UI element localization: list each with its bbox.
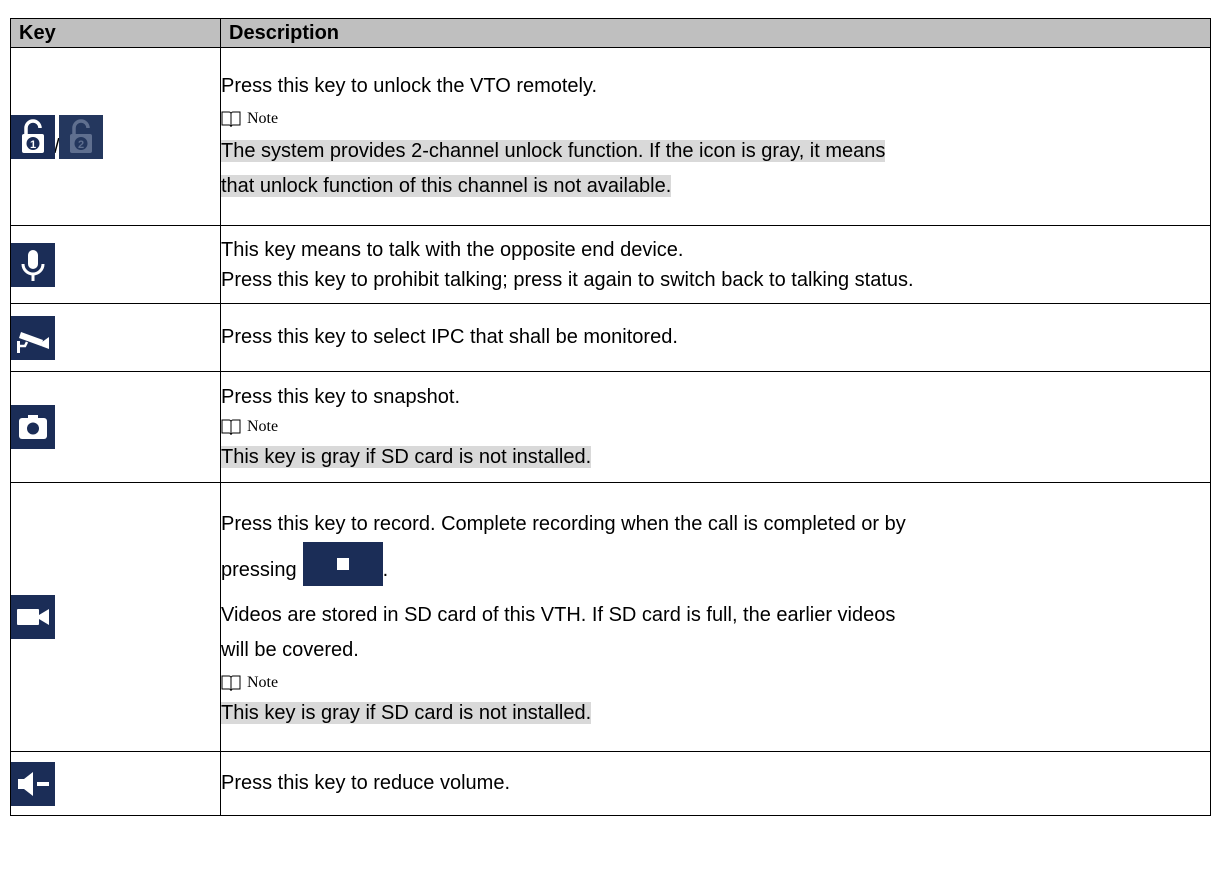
table-row: Press this key to select IPC that shall … — [10, 303, 1211, 372]
unlock-2-icon: 2 — [58, 114, 103, 159]
security-camera-icon — [11, 315, 55, 360]
key-cell — [10, 751, 221, 816]
key-cell — [10, 482, 221, 752]
svg-text:1: 1 — [30, 139, 36, 151]
volume-down-icon — [11, 761, 55, 806]
description-cell: Press this key to unlock the VTO remotel… — [220, 47, 1211, 226]
note-text: This key is gray if SD card is not insta… — [221, 446, 592, 468]
note-label: Note — [247, 110, 279, 127]
description-line: will be covered. — [221, 638, 359, 661]
table-row: Press this key to snapshot. Note This ke… — [10, 371, 1211, 483]
note-label: Note — [247, 673, 279, 691]
description-cell: Press this key to select IPC that shall … — [220, 303, 1211, 372]
note-heading: Note — [221, 668, 1210, 698]
table-row: Press this key to reduce volume. — [10, 751, 1211, 816]
svg-text:2: 2 — [78, 139, 84, 151]
key-cell — [10, 303, 221, 372]
description-cell: This key means to talk with the opposite… — [220, 225, 1211, 304]
table-row: This key means to talk with the opposite… — [10, 225, 1211, 304]
description-cell: Press this key to reduce volume. — [220, 751, 1211, 816]
key-description-table: Key Description 1 / 2 Press this key to … — [10, 18, 1211, 816]
stop-icon — [302, 541, 383, 586]
book-icon — [221, 111, 241, 128]
header-key: Key — [10, 18, 221, 48]
table-header-row: Key Description — [10, 18, 1211, 48]
book-icon — [221, 675, 241, 691]
description-line: Videos are stored in SD card of this VTH… — [221, 603, 896, 626]
note-heading: Note — [221, 412, 1210, 442]
description-line: Press this key to unlock the VTO remotel… — [221, 75, 598, 97]
video-camera-icon — [11, 595, 55, 639]
note-text: This key is gray if SD card is not insta… — [221, 701, 592, 724]
description-line: Press this key to snapshot. — [221, 386, 461, 408]
key-cell: 1 / 2 — [10, 47, 221, 226]
note-text: The system provides 2-channel unlock fun… — [221, 140, 886, 162]
table-row: 1 / 2 Press this key to unlock the VTO r… — [10, 47, 1211, 226]
microphone-icon — [11, 242, 55, 287]
description-line: Press this key to record. Complete recor… — [221, 512, 906, 535]
key-cell — [10, 225, 221, 304]
description-line: Press this key to reduce volume. — [221, 772, 511, 794]
description-line: This key means to talk with the opposite… — [221, 238, 684, 261]
key-cell — [10, 371, 221, 483]
note-label: Note — [247, 418, 279, 435]
unlock-1-icon: 1 — [11, 114, 55, 159]
camera-icon — [11, 405, 55, 449]
note-text: that unlock function of this channel is … — [221, 175, 672, 197]
description-cell: Press this key to snapshot. Note This ke… — [220, 371, 1211, 483]
note-heading: Note — [221, 104, 1210, 134]
book-icon — [221, 419, 241, 436]
description-line: Press this key to prohibit talking; pres… — [221, 268, 914, 291]
description-line: Press this key to select IPC that shall … — [221, 326, 678, 348]
description-text: pressing — [221, 558, 297, 581]
header-description: Description — [220, 18, 1211, 48]
description-line: pressing. — [221, 541, 1210, 598]
table-row: Press this key to record. Complete recor… — [10, 482, 1211, 752]
description-text: . — [382, 558, 389, 581]
description-cell: Press this key to record. Complete recor… — [220, 482, 1211, 752]
